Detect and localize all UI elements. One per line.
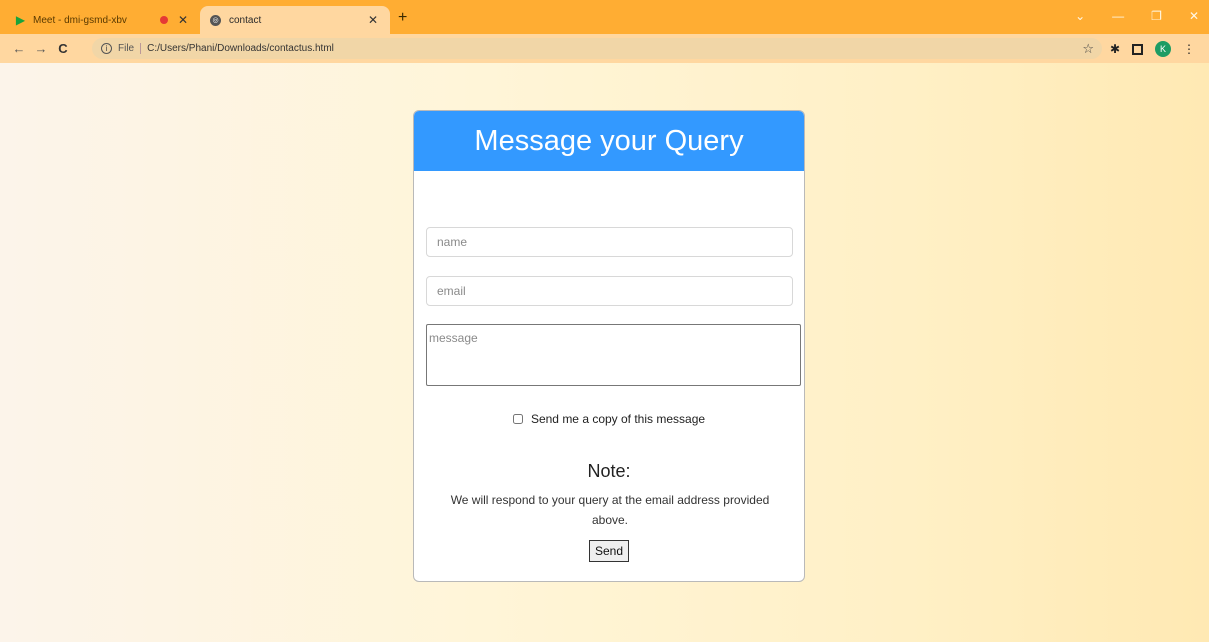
close-window-icon[interactable]: ✕ (1189, 9, 1199, 23)
side-panel-icon[interactable] (1132, 43, 1143, 55)
extensions-icon[interactable]: ✱ (1110, 42, 1120, 56)
reload-icon[interactable]: C (52, 41, 74, 56)
forward-icon[interactable]: → (30, 41, 52, 56)
bookmark-star-icon[interactable]: ☆ (1082, 41, 1094, 57)
tab-contact[interactable]: ◎ contact ✕ (200, 6, 390, 34)
globe-icon: ◎ (210, 14, 221, 26)
close-icon[interactable]: ✕ (368, 13, 378, 27)
url-scheme-label: File (118, 43, 142, 54)
url-text[interactable]: C:/Users/Phani/Downloads/contactus.html (147, 43, 334, 54)
email-input[interactable] (426, 276, 793, 306)
restore-icon[interactable]: ❐ (1151, 9, 1162, 23)
google-meet-icon: ▶ (15, 13, 26, 27)
close-icon[interactable]: ✕ (178, 13, 188, 27)
menu-icon[interactable]: ⋮ (1183, 42, 1195, 56)
form-header: Message your Query (414, 111, 804, 171)
send-copy-option[interactable]: Send me a copy of this message (414, 412, 804, 426)
info-icon[interactable]: i (101, 43, 112, 54)
new-tab-button[interactable]: + (398, 9, 407, 27)
note-heading: Note: (587, 461, 631, 481)
minimize-icon[interactable]: — (1112, 9, 1124, 23)
page-title: Message your Query (474, 124, 744, 157)
note-text: We will respond to your query at the ema… (450, 493, 770, 527)
tab-title: Meet - dmi-gsmd-xbv (33, 14, 127, 26)
avatar[interactable]: K (1155, 41, 1171, 57)
address-bar[interactable]: i File C:/Users/Phani/Downloads/contactu… (92, 38, 1102, 59)
toolbar-actions: ✱ K ⋮ (1110, 41, 1195, 57)
tab-title: contact (229, 14, 262, 26)
chevron-down-icon[interactable]: ⌄ (1075, 9, 1085, 23)
tab-strip: ▶ Meet - dmi-gsmd-xbv ✕ ◎ contact ✕ + ⌄ … (0, 0, 1209, 34)
send-copy-label: Send me a copy of this message (530, 412, 706, 426)
send-button[interactable]: Send (589, 540, 629, 562)
page-viewport: Message your Query Send me a copy of thi… (0, 63, 1209, 642)
message-textarea[interactable] (426, 324, 801, 386)
back-icon[interactable]: ← (8, 41, 30, 56)
window-controls: ⌄ — ❐ ✕ (1075, 9, 1199, 23)
browser-toolbar: ← → C i File C:/Users/Phani/Downloads/co… (0, 34, 1209, 63)
recording-icon (159, 16, 168, 24)
send-copy-checkbox[interactable] (512, 414, 523, 424)
tab-meet[interactable]: ▶ Meet - dmi-gsmd-xbv ✕ (14, 6, 200, 34)
contact-form-card: Message your Query Send me a copy of thi… (413, 110, 805, 582)
name-input[interactable] (426, 227, 793, 257)
